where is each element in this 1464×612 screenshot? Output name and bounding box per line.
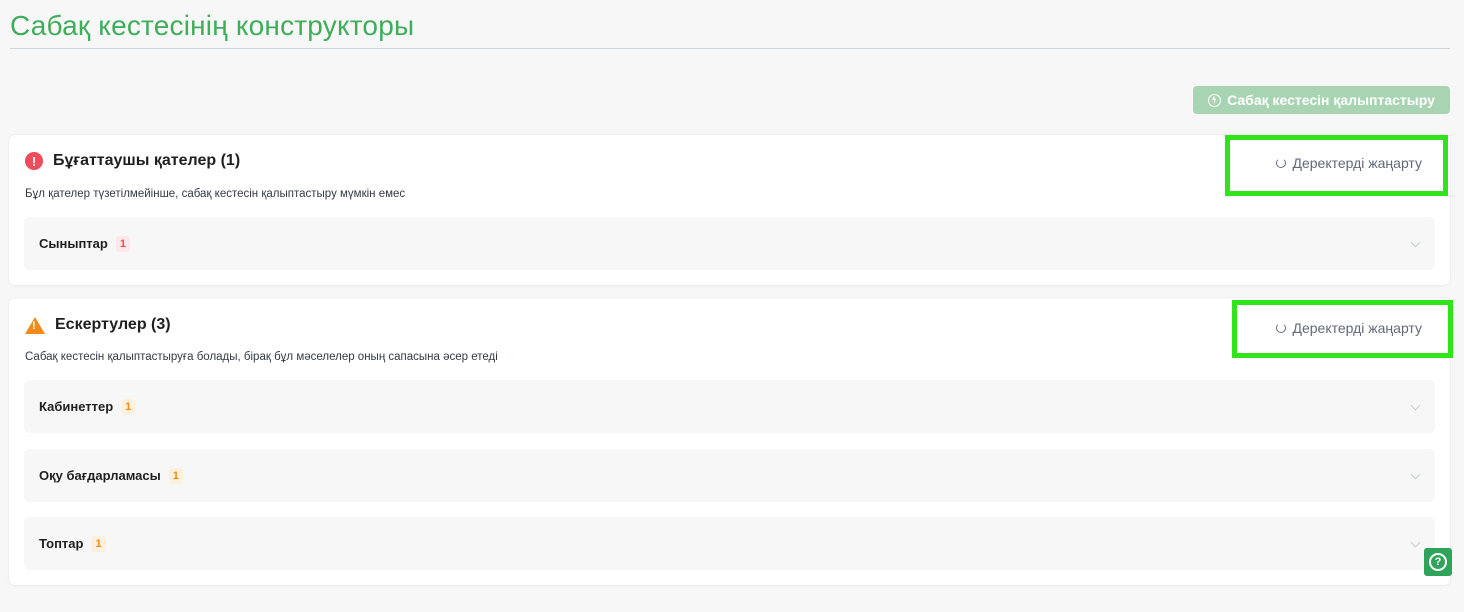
refresh-icon (1276, 323, 1287, 333)
accordion-label: Сыныптар (39, 236, 108, 251)
count-badge: 1 (168, 467, 183, 484)
help-circle-icon: ? (1429, 553, 1447, 571)
blocking-errors-card: ! Бұғаттаушы қателер (1) Бұл қателер түз… (9, 135, 1450, 285)
upload-icon (1208, 93, 1222, 107)
generate-schedule-label: Сабақ кестесін қалыптастыру (1227, 92, 1435, 108)
accordion-label: Кабинеттер (39, 399, 114, 414)
chevron-down-icon (1410, 537, 1421, 548)
warnings-title: Ескертулер (3) (55, 316, 171, 333)
help-button[interactable]: ? (1424, 548, 1452, 576)
warnings-header: ! Ескертулер (3) (25, 316, 171, 334)
chevron-down-icon (1410, 469, 1421, 480)
count-badge: 1 (115, 235, 130, 252)
accordion-curriculum[interactable]: Оқу бағдарламасы 1 (24, 449, 1435, 502)
warnings-description: Сабақ кестесін қалыптастыруға болады, бі… (25, 351, 498, 363)
errors-title: Бұғаттаушы қателер (1) (53, 152, 241, 169)
title-divider (10, 48, 1450, 49)
count-badge: 1 (121, 398, 136, 415)
warning-triangle-icon: ! (25, 316, 45, 334)
warnings-refresh-label: Деректерді жаңарту (1292, 320, 1422, 336)
errors-refresh-label: Деректерді жаңарту (1292, 155, 1422, 171)
refresh-icon (1276, 158, 1287, 168)
page-title: Сабақ кестесінің конструкторы (10, 10, 415, 41)
accordion-classes[interactable]: Сыныптар 1 (24, 217, 1435, 270)
chevron-down-icon (1410, 400, 1421, 411)
errors-description: Бұл қателер түзетілмейінше, сабақ кестес… (25, 188, 406, 200)
schedule-builder-page: Сабақ кестесінің конструкторы Сабақ кест… (0, 0, 1464, 612)
accordion-label: Оқу бағдарламасы (39, 468, 161, 483)
accordion-rooms[interactable]: Кабинеттер 1 (24, 380, 1435, 433)
accordion-groups[interactable]: Топтар 1 (24, 517, 1435, 570)
errors-refresh-button[interactable]: Деректерді жаңарту (1276, 155, 1422, 171)
count-badge: 1 (91, 535, 106, 552)
errors-header: ! Бұғаттаушы қателер (1) (25, 152, 240, 170)
chevron-down-icon (1410, 237, 1421, 248)
warnings-card: ! Ескертулер (3) Сабақ кестесін қалыптас… (9, 298, 1450, 585)
generate-schedule-button[interactable]: Сабақ кестесін қалыптастыру (1193, 86, 1450, 114)
accordion-label: Топтар (39, 536, 84, 551)
warnings-refresh-button[interactable]: Деректерді жаңарту (1276, 320, 1422, 336)
alert-circle-icon: ! (25, 152, 43, 170)
